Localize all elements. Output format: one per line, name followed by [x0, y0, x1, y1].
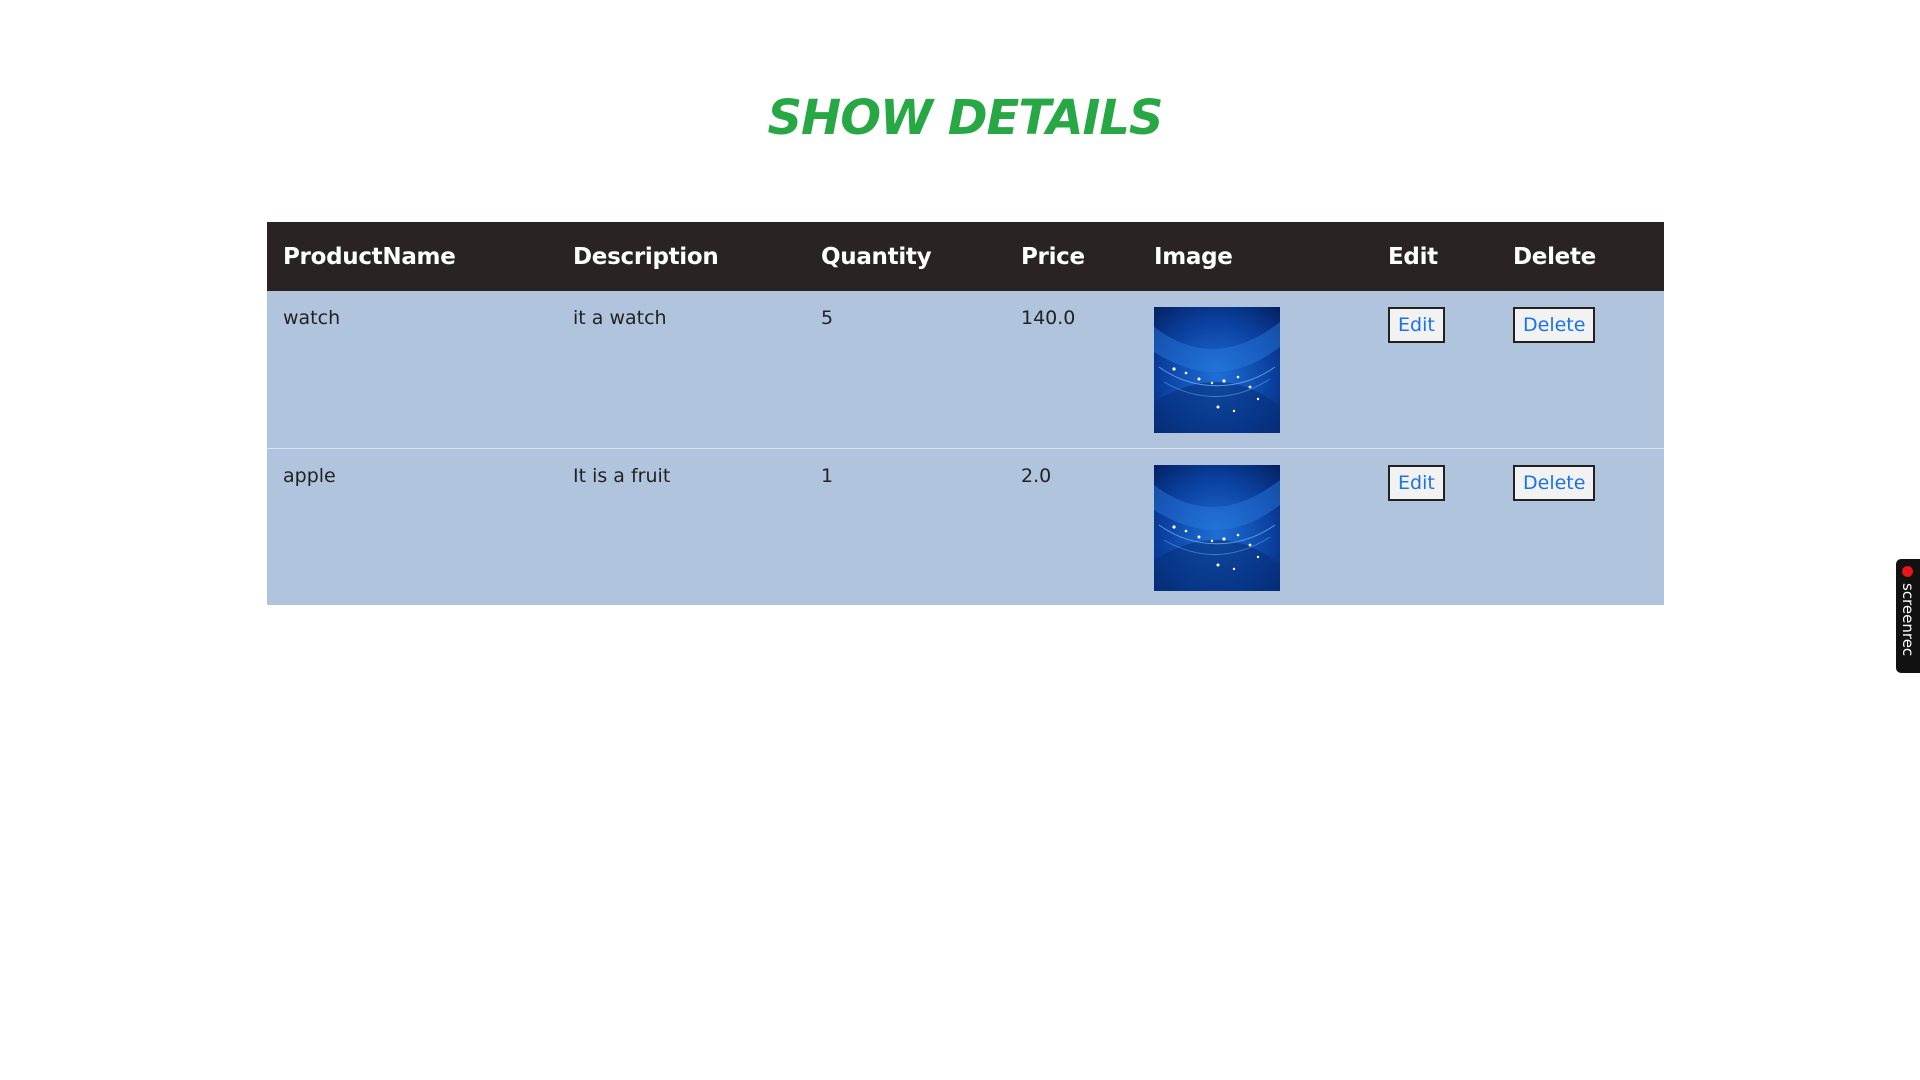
price-cell: 140.0	[1021, 307, 1076, 329]
table-header-row: ProductName Description Quantity Price I…	[267, 222, 1664, 291]
description-cell: it a watch	[573, 307, 667, 329]
edit-button[interactable]: Edit	[1388, 464, 1445, 501]
product-image	[1154, 307, 1280, 433]
image-cell	[1138, 291, 1372, 448]
price-cell: 2.0	[1005, 447, 1138, 605]
image-cell	[1138, 447, 1372, 605]
record-icon	[1902, 566, 1913, 577]
edit-cell: Edit	[1372, 291, 1497, 448]
column-header-image: Image	[1154, 243, 1233, 270]
product-name-cell: watch	[283, 307, 341, 329]
quantity-cell: 5	[821, 307, 834, 329]
screenrec-label: screenrec	[1899, 583, 1917, 657]
description-cell: It is a fruit	[557, 447, 805, 605]
column-header-productname: ProductName	[283, 243, 456, 270]
column-header-edit: Edit	[1388, 243, 1438, 270]
delete-button[interactable]: Delete	[1513, 464, 1596, 501]
column-header-price: Price	[1021, 243, 1085, 270]
table-row: watch it a watch 5 140.0 Edit Delete	[267, 291, 1664, 448]
column-header-delete: Delete	[1513, 243, 1596, 270]
column-header-description: Description	[573, 243, 719, 270]
product-name-cell: apple	[267, 447, 557, 605]
delete-cell: Delete	[1497, 291, 1664, 448]
screenrec-widget[interactable]: screenrec	[1896, 559, 1920, 673]
product-image	[1154, 464, 1280, 591]
delete-cell: Delete	[1497, 447, 1664, 605]
quantity-cell: 1	[805, 447, 1005, 605]
product-table: ProductName Description Quantity Price I…	[267, 222, 1664, 605]
edit-cell: Edit	[1372, 447, 1497, 605]
delete-button[interactable]: Delete	[1513, 307, 1596, 343]
table-row: apple It is a fruit 1 2.0 Edit Delete	[267, 447, 1664, 605]
page-title: SHOW DETAILS	[767, 90, 1163, 146]
edit-button[interactable]: Edit	[1388, 307, 1445, 343]
column-header-quantity: Quantity	[821, 243, 932, 270]
